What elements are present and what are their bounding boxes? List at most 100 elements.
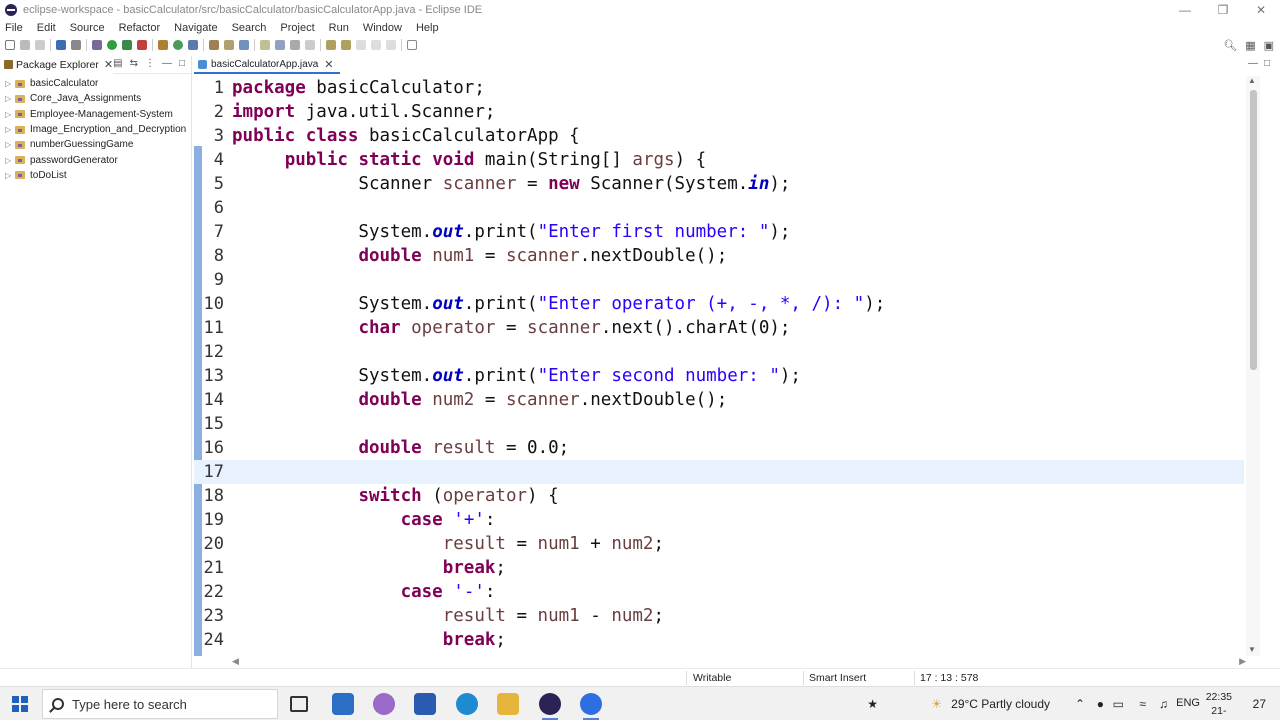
wifi-icon[interactable]: ≈ xyxy=(1139,697,1146,711)
people-icon[interactable]: ★ xyxy=(867,697,878,711)
code-line[interactable]: 13 System.out.print("Enter second number… xyxy=(194,364,1244,388)
project-item[interactable]: ▷ Image_Encryption_and_Decryption xyxy=(0,122,191,137)
menu-search[interactable]: Search xyxy=(232,22,267,34)
language-indicator[interactable]: ENG xyxy=(1176,697,1200,709)
weather-icon[interactable]: ☀ xyxy=(931,697,942,711)
vertical-scrollbar[interactable]: ▲ ▼ xyxy=(1246,76,1260,656)
show-whitespace-icon[interactable] xyxy=(305,40,315,50)
menu-help[interactable]: Help xyxy=(416,22,439,34)
word-wrap-icon[interactable] xyxy=(275,40,285,50)
code-line[interactable]: 14 double num2 = scanner.nextDouble(); xyxy=(194,388,1244,412)
link-editor-icon[interactable]: ⇆ xyxy=(130,58,138,69)
search-tool-icon[interactable] xyxy=(239,40,249,50)
project-item[interactable]: ▷ toDoList xyxy=(0,168,191,183)
code-line[interactable]: 1 package basicCalculator; xyxy=(194,76,1244,100)
scroll-up-icon[interactable]: ▲ xyxy=(1248,76,1256,85)
project-item[interactable]: ▷ numberGuessingGame xyxy=(0,137,191,152)
menu-source[interactable]: Source xyxy=(70,22,105,34)
close-icon[interactable]: ✕ xyxy=(104,58,113,71)
save-all-icon[interactable] xyxy=(35,40,45,50)
code-line[interactable]: 3 public class basicCalculatorApp { xyxy=(194,124,1244,148)
zoom-icon[interactable] xyxy=(580,693,602,720)
file-explorer-icon[interactable] xyxy=(497,693,519,715)
block-selection-icon[interactable] xyxy=(290,40,300,50)
editor-tab[interactable]: basicCalculatorApp.java ✕ xyxy=(194,56,340,74)
eclipse-taskbar-icon[interactable] xyxy=(539,693,561,720)
project-item[interactable]: ▷ Employee-Management-System xyxy=(0,107,191,122)
java-perspective-icon[interactable]: ▣ xyxy=(1264,39,1274,52)
minimize-button[interactable]: — xyxy=(1166,0,1204,20)
code-line[interactable]: 2 import java.util.Scanner; xyxy=(194,100,1244,124)
back-icon[interactable] xyxy=(356,40,366,50)
last-edit-icon[interactable] xyxy=(386,40,396,50)
expand-arrow-icon[interactable]: ▷ xyxy=(5,110,15,119)
chevron-up-icon[interactable]: ⌃ xyxy=(1075,697,1085,711)
previous-annotation-icon[interactable] xyxy=(341,40,351,50)
next-annotation-icon[interactable] xyxy=(326,40,336,50)
code-line[interactable]: 16 double result = 0.0; xyxy=(194,436,1244,460)
copilot-icon[interactable] xyxy=(373,693,395,715)
clock[interactable]: 22:35 21-08-2023 xyxy=(1206,690,1232,720)
close-icon[interactable]: ✕ xyxy=(324,58,333,71)
forward-icon[interactable] xyxy=(371,40,381,50)
menu-edit[interactable]: Edit xyxy=(37,22,56,34)
expand-arrow-icon[interactable]: ▷ xyxy=(5,125,15,134)
task-view-icon[interactable] xyxy=(290,696,308,712)
expand-arrow-icon[interactable]: ▷ xyxy=(5,140,15,149)
scroll-right-icon[interactable]: ▶ xyxy=(1239,656,1246,667)
code-line[interactable]: 19 case '+': xyxy=(194,508,1244,532)
new-class-icon[interactable] xyxy=(188,40,198,50)
run-icon[interactable] xyxy=(107,40,117,50)
code-line[interactable]: 24 break; xyxy=(194,628,1244,652)
code-line[interactable]: 12 xyxy=(194,340,1244,364)
new-icon[interactable] xyxy=(5,40,15,50)
expand-arrow-icon[interactable]: ▷ xyxy=(5,171,15,180)
code-line[interactable]: 9 xyxy=(194,268,1244,292)
taskbar-search[interactable]: Type here to search xyxy=(42,689,278,719)
microphone-icon[interactable]: ● xyxy=(1097,697,1104,711)
code-line[interactable]: 18 switch (operator) { xyxy=(194,484,1244,508)
minimize-editor-icon[interactable]: — xyxy=(1248,58,1258,69)
save-icon[interactable] xyxy=(20,40,30,50)
code-line[interactable]: 4 public static void main(String[] args)… xyxy=(194,148,1244,172)
code-line[interactable]: 6 xyxy=(194,196,1244,220)
notification-count[interactable]: 27 xyxy=(1253,697,1266,711)
expand-arrow-icon[interactable]: ▷ xyxy=(5,156,15,165)
code-line[interactable]: 21 break; xyxy=(194,556,1244,580)
minimize-view-icon[interactable]: — xyxy=(162,58,172,69)
package-explorer-tab[interactable]: Package Explorer ✕ xyxy=(0,55,114,74)
scroll-left-icon[interactable]: ◀ xyxy=(232,656,239,667)
status-insert-mode[interactable]: Smart Insert xyxy=(809,672,866,684)
project-item[interactable]: ▷ Core_Java_Assignments xyxy=(0,91,191,106)
mail-icon[interactable] xyxy=(332,693,354,715)
project-item[interactable]: ▷ basicCalculator xyxy=(0,76,191,91)
code-line[interactable]: 15 xyxy=(194,412,1244,436)
code-line[interactable]: 22 case '-': xyxy=(194,580,1244,604)
expand-arrow-icon[interactable]: ▷ xyxy=(5,94,15,103)
code-line[interactable]: 7 System.out.print("Enter first number: … xyxy=(194,220,1244,244)
close-button[interactable]: ✕ xyxy=(1242,0,1280,20)
code-line[interactable]: 5 Scanner scanner = new Scanner(System.i… xyxy=(194,172,1244,196)
scrollbar-thumb[interactable] xyxy=(1250,90,1257,370)
maximize-view-icon[interactable]: □ xyxy=(179,58,185,69)
menu-project[interactable]: Project xyxy=(280,22,314,34)
code-line[interactable]: 17 xyxy=(194,460,1244,484)
pin-editor-icon[interactable] xyxy=(407,40,417,50)
code-line[interactable]: 10 System.out.print("Enter operator (+, … xyxy=(194,292,1244,316)
horizontal-scrollbar[interactable]: ◀ ▶ xyxy=(232,656,1246,668)
skip-breakpoints-icon[interactable] xyxy=(71,40,81,50)
open-perspective-icon[interactable]: ▦ xyxy=(1245,39,1255,52)
new-java-project-icon[interactable] xyxy=(158,40,168,50)
menu-refactor[interactable]: Refactor xyxy=(119,22,161,34)
debug-icon[interactable] xyxy=(92,40,102,50)
maximize-button[interactable]: ❐ xyxy=(1204,0,1242,20)
expand-arrow-icon[interactable]: ▷ xyxy=(5,79,15,88)
open-type-icon[interactable] xyxy=(209,40,219,50)
edge-icon[interactable] xyxy=(456,693,478,715)
project-item[interactable]: ▷ passwordGenerator xyxy=(0,152,191,167)
volume-icon[interactable]: ♫ xyxy=(1159,697,1168,711)
code-line[interactable]: 8 double num1 = scanner.nextDouble(); xyxy=(194,244,1244,268)
new-package-icon[interactable] xyxy=(173,40,183,50)
code-line[interactable]: 20 result = num1 + num2; xyxy=(194,532,1244,556)
collapse-all-icon[interactable]: ▤ xyxy=(113,58,122,69)
